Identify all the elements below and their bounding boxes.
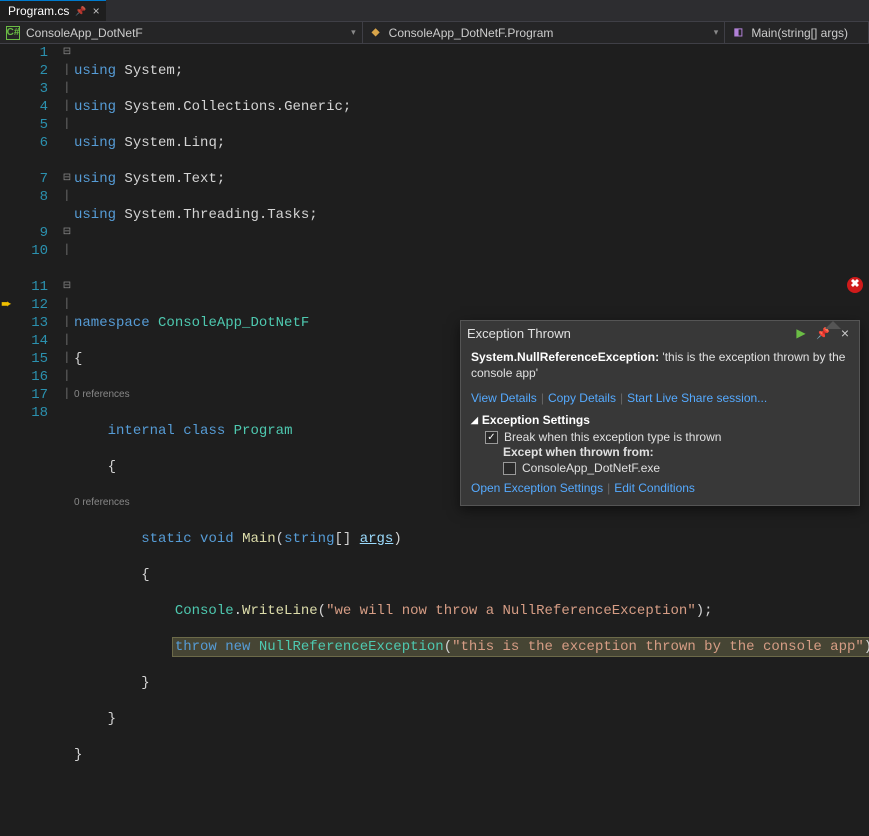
line-number: 5 [18, 116, 48, 134]
exception-error-icon[interactable]: ✖ [847, 277, 863, 293]
line-number: 7 [18, 170, 48, 188]
current-statement-highlight: throw new NullReferenceException("this i… [173, 638, 869, 656]
line-number: 9 [18, 224, 48, 242]
close-icon[interactable]: × [837, 325, 853, 341]
line-number: 3 [18, 80, 48, 98]
collapse-icon: ◢ [471, 415, 478, 426]
live-share-link[interactable]: Start Live Share session... [627, 391, 767, 405]
except-when-label: Except when thrown from: [503, 445, 849, 459]
line-number: 4 [18, 98, 48, 116]
line-number: 13 [18, 314, 48, 332]
line-number: 10 [18, 242, 48, 260]
line-number: 17 [18, 386, 48, 404]
breadcrumb-bar: C# ConsoleApp_DotNetF ▾ ◆ ConsoleApp_Dot… [0, 22, 869, 44]
popup-footer: Open Exception Settings|Edit Conditions [471, 481, 849, 495]
copy-details-link[interactable]: Copy Details [548, 391, 616, 405]
line-number: 8 [18, 188, 48, 206]
current-statement-arrow-icon: ➨ [1, 296, 12, 314]
line-number: 15 [18, 350, 48, 368]
line-number: 2 [18, 62, 48, 80]
break-when-thrown-checkbox[interactable]: ✓ [485, 431, 498, 444]
file-tab[interactable]: Program.cs 📌 × [0, 0, 106, 21]
method-dropdown[interactable]: ◧ Main(string[] args) [725, 22, 869, 43]
fold-toggle-icon[interactable]: ⊟ [60, 278, 74, 296]
line-number: 1 [18, 44, 48, 62]
csharp-project-icon: C# [6, 26, 20, 40]
fold-toggle-icon[interactable]: ⊟ [60, 224, 74, 242]
popup-header: Exception Thrown ▶ 📌 × [461, 321, 859, 345]
exception-popup: Exception Thrown ▶ 📌 × System.NullRefere… [460, 320, 860, 506]
view-details-link[interactable]: View Details [471, 391, 537, 405]
project-name: ConsoleApp_DotNetF [26, 26, 143, 40]
line-number: 14 [18, 332, 48, 350]
line-number-gutter: 1 2 3 4 5 6 7 8 9 10 11 12 13 14 15 16 1… [18, 44, 60, 519]
pin-icon[interactable]: 📌 [815, 325, 831, 341]
popup-links: View Details|Copy Details|Start Live Sha… [471, 391, 849, 405]
codelens-references[interactable]: 0 references [74, 386, 130, 404]
fold-column: ⊟ ││││ ⊟ │ ⊟ │ ⊟ ││││││ [60, 44, 74, 519]
method-icon: ◧ [731, 26, 745, 40]
line-number: 11 [18, 278, 48, 296]
line-number: 12 [18, 296, 48, 314]
continue-button-icon[interactable]: ▶ [793, 325, 809, 341]
class-dropdown[interactable]: ◆ ConsoleApp_DotNetF.Program ▾ [363, 22, 726, 43]
open-exception-settings-link[interactable]: Open Exception Settings [471, 481, 603, 495]
project-dropdown[interactable]: C# ConsoleApp_DotNetF ▾ [0, 22, 363, 43]
edit-conditions-link[interactable]: Edit Conditions [614, 481, 695, 495]
popup-title: Exception Thrown [467, 326, 787, 341]
line-number: 18 [18, 404, 48, 422]
fold-toggle-icon[interactable]: ⊟ [60, 44, 74, 62]
break-when-label: Break when this exception type is thrown [504, 430, 721, 444]
class-name: ConsoleApp_DotNetF.Program [389, 26, 554, 40]
pin-icon[interactable]: 📌 [75, 6, 86, 17]
tab-bar: Program.cs 📌 × [0, 0, 869, 22]
line-number: 16 [18, 368, 48, 386]
exception-message: System.NullReferenceException: 'this is … [471, 349, 849, 381]
file-tab-label: Program.cs [8, 4, 69, 18]
exception-settings-section: ◢Exception Settings ✓ Break when this ex… [471, 413, 849, 475]
fold-toggle-icon[interactable]: ⊟ [60, 170, 74, 188]
close-tab-icon[interactable]: × [93, 4, 100, 18]
class-icon: ◆ [369, 26, 383, 40]
chevron-down-icon: ▾ [351, 27, 356, 38]
line-number: 6 [18, 134, 48, 152]
exe-name-label: ConsoleApp_DotNetF.exe [522, 461, 660, 475]
chevron-down-icon: ▾ [714, 27, 719, 38]
codelens-references[interactable]: 0 references [74, 494, 130, 512]
exe-exclude-checkbox[interactable] [503, 462, 516, 475]
method-name: Main(string[] args) [751, 26, 848, 40]
exception-settings-header[interactable]: ◢Exception Settings [471, 413, 849, 427]
glyph-margin: ➨ [0, 44, 18, 519]
